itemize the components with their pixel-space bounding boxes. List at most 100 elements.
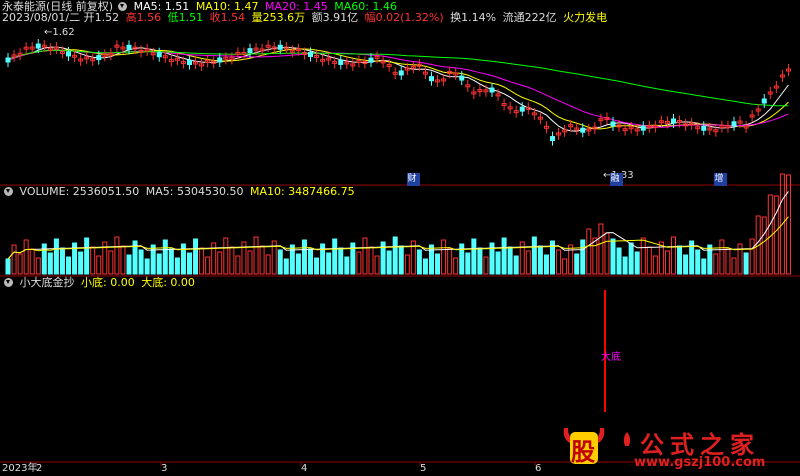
- volume-bar: [640, 237, 646, 275]
- candle-body: [277, 44, 283, 50]
- candle-body: [126, 44, 132, 50]
- volume-bar: [59, 247, 65, 275]
- volume-bar: [168, 248, 174, 275]
- volume-bar: [344, 256, 350, 275]
- candle-body: [640, 125, 646, 131]
- volume-bar: [471, 238, 477, 275]
- volume-bar: [495, 251, 501, 275]
- event-tag-increase[interactable]: 增: [714, 173, 727, 186]
- panel-dividers: [0, 184, 800, 463]
- volume-bar: [701, 258, 707, 275]
- volume-bar: [5, 258, 11, 275]
- candle-body: [35, 43, 41, 49]
- volume-bar: [259, 245, 265, 275]
- volume-bar: [150, 244, 156, 275]
- candle-body: [580, 127, 586, 133]
- volume-bar: [671, 236, 676, 275]
- volume-bar: [556, 249, 562, 275]
- kline-chart[interactable]: [0, 0, 800, 476]
- volume-bar: [568, 244, 574, 275]
- candle-body: [671, 118, 676, 124]
- volume-bar: [338, 247, 344, 275]
- volume-bar: [283, 258, 289, 275]
- volume-bar: [616, 247, 622, 275]
- candle-body: [96, 55, 102, 61]
- volume-bar: [713, 253, 719, 275]
- volume-bar: [501, 237, 507, 275]
- volume-bar: [525, 250, 531, 275]
- volume-bar: [162, 239, 168, 275]
- volume-bar: [386, 250, 392, 275]
- big-bottom-signal-label: 大底: [601, 352, 621, 363]
- volume-bar: [174, 257, 180, 275]
- volume-bar: [574, 253, 580, 275]
- volume-bar: [562, 258, 568, 275]
- volume-bar: [295, 253, 301, 275]
- volume-bar: [66, 256, 71, 275]
- volume-bar: [356, 251, 362, 275]
- candle-body: [187, 60, 192, 66]
- volume-bar: [598, 223, 604, 275]
- volume-bar: [126, 254, 132, 275]
- volume-bar: [398, 245, 404, 275]
- volume-bars[interactable]: [5, 173, 791, 275]
- volume-bar: [695, 249, 701, 275]
- candle-body: [156, 52, 162, 58]
- volume-bar: [531, 236, 537, 275]
- volume-bar: [622, 256, 628, 275]
- volume-bar: [108, 250, 114, 275]
- volume-bar: [223, 237, 229, 275]
- event-tag-finance[interactable]: 财: [407, 173, 420, 186]
- volume-bar: [265, 254, 271, 275]
- volume-bar: [374, 255, 380, 275]
- volume-bar: [749, 238, 755, 275]
- volume-bar: [17, 253, 23, 275]
- volume-bar: [441, 239, 447, 275]
- volume-bar: [592, 237, 598, 275]
- volume-bar: [114, 236, 120, 275]
- volume-bar: [773, 195, 779, 275]
- volume-bar: [368, 246, 374, 275]
- candle-body: [610, 121, 616, 127]
- volume-bar: [289, 244, 295, 275]
- candle-body: [731, 121, 737, 127]
- volume-bar: [332, 238, 338, 275]
- high-price-marker: ←1.62: [44, 27, 75, 38]
- volume-bar: [229, 246, 235, 275]
- volume-bar: [543, 254, 549, 275]
- candle-body: [550, 136, 555, 142]
- month-label-2: 2: [36, 463, 43, 474]
- volume-bar: [664, 250, 670, 275]
- volume-bar: [156, 253, 162, 275]
- volume-bar: [435, 253, 441, 275]
- volume-bar: [253, 236, 259, 275]
- event-tag-margin[interactable]: 融: [610, 173, 623, 186]
- volume-bar: [646, 246, 652, 275]
- volume-bar: [205, 256, 211, 275]
- ma20-line: [7, 49, 789, 128]
- volume-bar: [604, 232, 610, 275]
- volume-bar: [719, 239, 725, 275]
- volume-bar: [11, 244, 17, 275]
- volume-bar: [477, 247, 483, 275]
- volume-bar: [120, 245, 126, 275]
- candle-body: [519, 106, 525, 112]
- candle-body: [338, 59, 344, 65]
- volume-bar: [35, 257, 41, 275]
- volume-bar: [537, 245, 543, 275]
- volume-bar: [731, 257, 737, 275]
- volume-bar: [84, 237, 90, 275]
- candle-body: [701, 125, 707, 131]
- volume-bar: [416, 249, 422, 275]
- month-label-4: 4: [301, 463, 308, 474]
- volume-bar: [47, 252, 53, 275]
- volume-bar: [652, 255, 658, 275]
- volume-bar: [677, 245, 683, 275]
- candle-body: [761, 98, 767, 104]
- month-label-6: 6: [535, 463, 542, 474]
- volume-bar: [308, 248, 313, 275]
- volume-bar: [314, 257, 320, 275]
- volume-bar: [429, 244, 434, 275]
- volume-bar: [29, 248, 35, 275]
- volume-bar: [138, 249, 144, 275]
